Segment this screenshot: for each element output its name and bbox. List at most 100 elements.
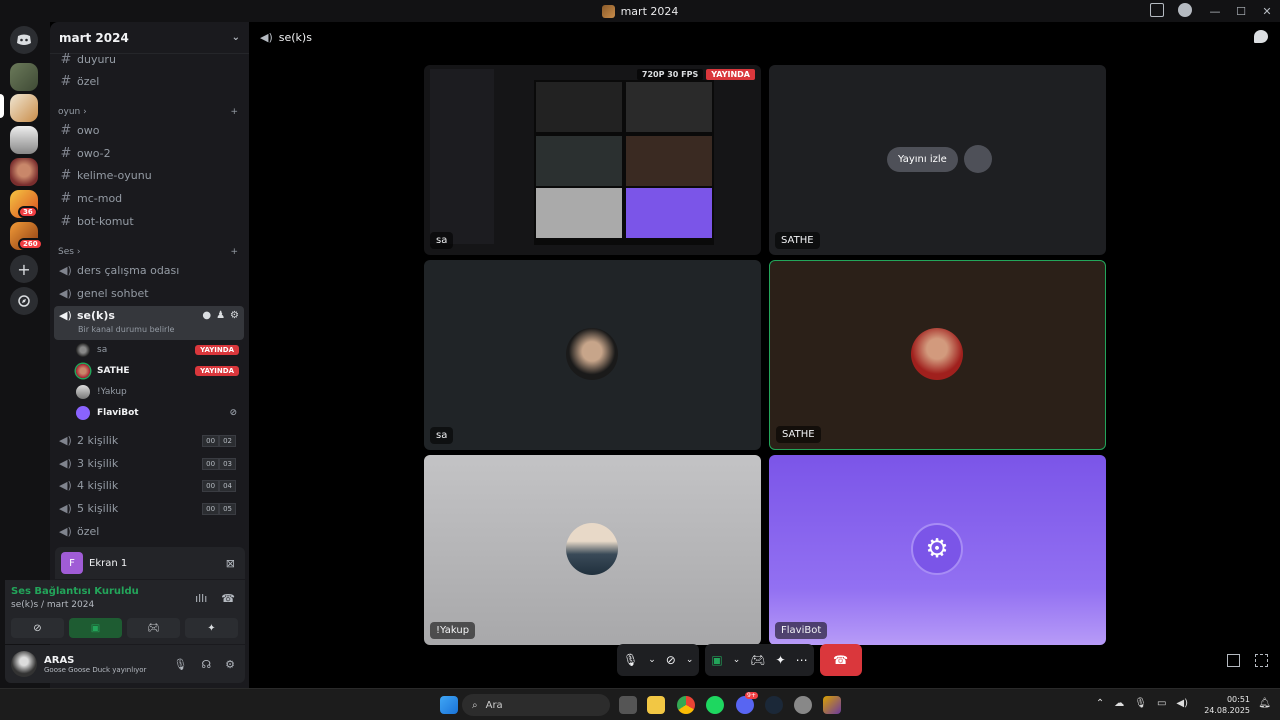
voice-channel-3[interactable]: ◀) 3 kişilik 00 03 xyxy=(54,453,244,474)
speaker-icon: ◀) xyxy=(59,525,72,538)
channel-status[interactable]: Bir kanal durumu belirle xyxy=(78,325,174,334)
server-icon-mart[interactable] xyxy=(10,94,38,122)
soundboard-icon[interactable]: ✦ xyxy=(776,653,786,667)
channel-owo-2[interactable]: # owo-2 xyxy=(54,143,244,164)
channel-duyuru[interactable]: # duyuru xyxy=(54,49,244,70)
fullscreen-icon[interactable] xyxy=(1255,654,1268,667)
voice-user-sa[interactable]: sa YAYINDA xyxy=(76,340,241,360)
channel-kelime-oyunu[interactable]: # kelime-oyunu xyxy=(54,165,244,186)
watch-stream-button[interactable]: Yayını izle xyxy=(887,146,958,172)
voice-channel-5[interactable]: ◀) 5 kişilik 00 05 xyxy=(54,498,244,519)
avatar[interactable] xyxy=(11,651,37,677)
user-limit: 00 03 xyxy=(202,457,236,470)
server-icon-1[interactable] xyxy=(10,63,38,91)
activity-icon[interactable]: 🎮︎ xyxy=(750,653,765,667)
screen-share-panel: F Ekran 1 ⊠ xyxy=(55,547,245,579)
steam-icon[interactable] xyxy=(765,696,783,714)
help-icon[interactable] xyxy=(1178,3,1192,17)
microphone-icon[interactable]: 🎙︎ xyxy=(623,653,638,667)
microphone-icon[interactable]: 🎙︎ xyxy=(1134,698,1147,709)
voice-channel-genel[interactable]: ◀) genel sohbet xyxy=(54,283,244,304)
add-channel-icon[interactable]: + xyxy=(230,107,238,117)
title-bar: mart 2024 — ☐ ✕ xyxy=(0,0,1280,22)
chevron-down-icon[interactable]: ⌄ xyxy=(733,655,741,665)
voice-channel-seks[interactable]: ◀) se(k)s Bir kanal durumu belirle ● ♟ ⚙ xyxy=(54,306,244,340)
add-watch-icon[interactable] xyxy=(963,145,992,173)
more-icon[interactable]: ⋯ xyxy=(796,653,808,667)
clock[interactable]: 00:51 24.08.2025 xyxy=(1204,694,1250,716)
user-tile-flavibot[interactable]: ⚙ FlaviBot xyxy=(769,455,1106,645)
popout-icon[interactable] xyxy=(1227,654,1240,667)
minimize-button[interactable]: — xyxy=(1202,5,1228,18)
speaker-icon: ◀) xyxy=(59,457,72,470)
screen-share-icon[interactable]: ▣ xyxy=(711,653,722,667)
call-controls: 🎙︎ ⌄ ⊘ ⌄ ▣ ⌄ 🎮︎ ✦ ⋯ ☎ xyxy=(617,644,862,676)
task-view-icon[interactable] xyxy=(619,696,637,714)
file-explorer-icon[interactable] xyxy=(647,696,665,714)
tile-label: FlaviBot xyxy=(775,622,828,639)
chevron-down-icon[interactable]: ⌄ xyxy=(648,655,656,665)
notification-icon[interactable]: 🔔︎ xyxy=(1258,698,1271,709)
noise-suppression-icon[interactable]: ıllı xyxy=(195,592,207,605)
server-icon-4[interactable] xyxy=(10,158,38,186)
microphone-icon[interactable]: 🎙︎ xyxy=(173,658,187,671)
user-tile-sa[interactable]: sa xyxy=(424,260,761,450)
username: ARAS xyxy=(44,654,75,666)
voice-channel-ozel[interactable]: ◀) özel xyxy=(54,521,244,542)
stream-tile-sa[interactable]: 720P 30 FPS YAYINDA sa xyxy=(424,65,761,255)
maximize-button[interactable]: ☐ xyxy=(1228,5,1254,18)
voice-user-flavibot[interactable]: FlaviBot ⊘ xyxy=(76,403,241,423)
soundboard-button[interactable]: ✦ xyxy=(185,618,238,638)
voice-channel-ders[interactable]: ◀) ders çalışma odası xyxy=(54,260,244,281)
disconnect-icon[interactable]: ☎ xyxy=(221,592,235,605)
channel-mc-mod[interactable]: # mc-mod xyxy=(54,188,244,209)
channel-ozel[interactable]: # özel xyxy=(54,71,244,92)
network-icon[interactable]: ▭ xyxy=(1157,698,1166,709)
app-icon[interactable] xyxy=(794,696,812,714)
voice-channel-4[interactable]: ◀) 4 kişilik 00 04 xyxy=(54,475,244,496)
cloud-icon[interactable]: ☁ xyxy=(1114,698,1124,709)
add-channel-icon[interactable]: + xyxy=(230,247,238,257)
add-server-icon[interactable]: + xyxy=(10,255,38,283)
discord-home-icon[interactable] xyxy=(10,26,38,54)
voice-user-yakup[interactable]: !Yakup xyxy=(76,382,241,402)
close-button[interactable]: ✕ xyxy=(1254,5,1280,18)
camera-off-icon[interactable]: ⊘ xyxy=(666,653,676,667)
user-tile-yakup[interactable]: !Yakup xyxy=(424,455,761,645)
inbox-icon[interactable] xyxy=(1150,3,1164,17)
gear-icon[interactable]: ⚙ xyxy=(225,658,235,671)
voice-user-sathe[interactable]: SATHE YAYINDA xyxy=(76,361,241,381)
volume-icon[interactable]: ◀) xyxy=(1176,698,1188,709)
tile-label: sa xyxy=(430,232,454,249)
headphones-icon[interactable]: ☊ xyxy=(201,658,211,671)
channel-owo[interactable]: # owo xyxy=(54,120,244,141)
activity-button[interactable]: 🎮︎ xyxy=(127,618,180,638)
server-icon-3[interactable] xyxy=(10,126,38,154)
discord-badge: 9+ xyxy=(745,692,758,699)
category-ses[interactable]: Ses › + xyxy=(58,247,238,257)
spotify-icon[interactable] xyxy=(706,696,724,714)
game-icon[interactable] xyxy=(823,696,841,714)
channel-bot-komut[interactable]: # bot-komut xyxy=(54,211,244,232)
voice-channel-2[interactable]: ◀) 2 kişilik 00 02 xyxy=(54,430,244,451)
chevron-down-icon[interactable]: ⌄ xyxy=(686,655,694,665)
windows-start-icon[interactable] xyxy=(440,696,458,714)
category-oyun[interactable]: oyun › + xyxy=(58,107,238,117)
add-member-icon[interactable]: ♟ xyxy=(216,310,225,321)
user-tile-sathe[interactable]: SATHE xyxy=(769,260,1106,450)
chat-icon[interactable]: ● xyxy=(202,310,211,321)
chevron-up-icon[interactable]: ⌃ xyxy=(1096,698,1104,709)
disconnect-button[interactable]: ☎ xyxy=(819,644,862,676)
stream-tile-sathe[interactable]: Yayını izle SATHE xyxy=(769,65,1106,255)
user-panel: ARAS Goose Goose Duck yayınlıyor 🎙︎ ☊ ⚙ xyxy=(5,645,245,683)
user-limit: 00 05 xyxy=(202,502,236,515)
taskbar-search[interactable]: ⌕ Ara xyxy=(462,694,610,716)
screen-share-button[interactable]: ▣ xyxy=(69,618,122,638)
gear-icon[interactable]: ⚙ xyxy=(230,310,239,321)
taskbar: ⌕ Ara 9+ ⌃ ☁ 🎙︎ ▭ ◀) 00:51 24.08.2025 🔔︎ xyxy=(0,688,1280,720)
stop-stream-icon[interactable]: ⊠ xyxy=(226,557,235,570)
chat-icon[interactable] xyxy=(1254,30,1268,43)
explore-icon[interactable] xyxy=(10,287,38,315)
chrome-icon[interactable] xyxy=(677,696,695,714)
camera-off-button[interactable]: ⊘ xyxy=(11,618,64,638)
